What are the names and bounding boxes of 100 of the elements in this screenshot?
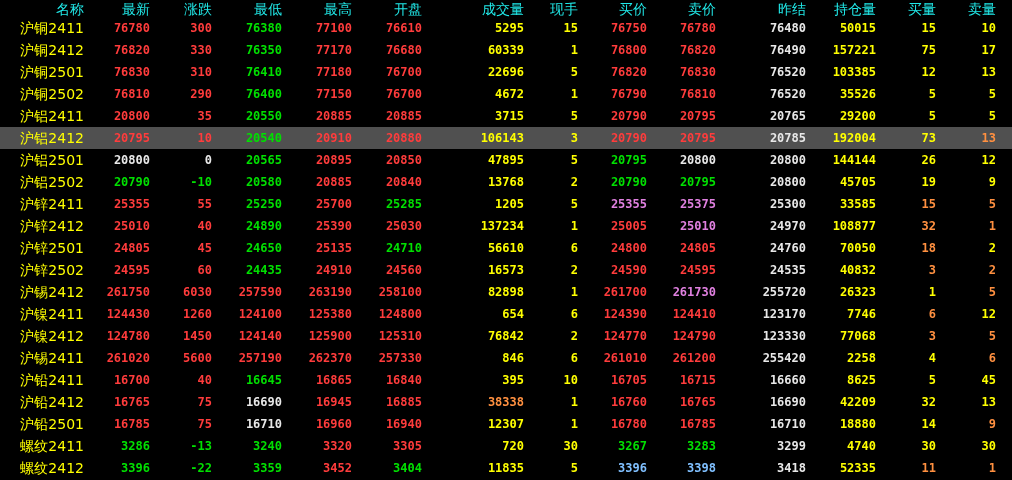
table-cell: 16690 (245, 394, 282, 410)
column-header[interactable]: 卖价 (688, 0, 716, 17)
table-cell: 40832 (839, 262, 876, 278)
column-header[interactable]: 买价 (619, 0, 647, 17)
table-row[interactable]: 沪铜2412 76820 330 76350 77170 76680 60339 1 76800 76820 76490 157221 75 17 (0, 39, 1012, 61)
column-header[interactable]: 开盘 (394, 0, 422, 17)
table-cell: 25030 (385, 218, 422, 234)
table-cell: 5 (988, 284, 996, 300)
table-cell: 16715 (679, 372, 716, 388)
table-cell: 125310 (378, 328, 422, 344)
table-cell: 24535 (769, 262, 806, 278)
table-row[interactable]: 沪锌2501 24805 45 24650 25135 24710 56610 6 24800 24805 24760 70050 18 2 (0, 237, 1012, 259)
table-cell: 73 (921, 130, 936, 146)
table-cell: 3 (928, 328, 936, 344)
table-cell: 11 (921, 460, 936, 476)
table-row[interactable]: 沪铝2501 20800 0 20565 20895 20850 47895 5 20795 20800 20800 144144 26 12 (0, 149, 1012, 171)
table-cell: 2 (570, 174, 578, 190)
column-header[interactable]: 涨跌 (184, 0, 212, 17)
table-cell: 18 (921, 240, 936, 256)
table-row[interactable]: 沪铝2412 20795 10 20540 20910 20880 106143 3 20790 20795 20785 192004 73 13 (0, 127, 1012, 149)
table-cell: 12 (981, 152, 996, 168)
table-cell: 106143 (480, 130, 524, 146)
table-row[interactable]: 沪锡2412 261750 6030 257590 263190 258100 82898 1 261700 261730 255720 26323 1 5 (0, 281, 1012, 303)
table-row[interactable]: 螺纹2412 3396 -22 3359 3452 3404 11835 5 3396 3398 3418 52335 11 1 (0, 457, 1012, 479)
contract-name: 螺纹2412 (20, 460, 84, 476)
table-cell: 76810 (113, 86, 150, 102)
table-cell: 24710 (385, 240, 422, 256)
table-cell: 108877 (832, 218, 876, 234)
table-cell: 20840 (385, 174, 422, 190)
table-cell: 35 (197, 108, 212, 124)
table-cell: 24560 (385, 262, 422, 278)
column-header[interactable]: 最低 (254, 0, 282, 17)
table-cell: 77170 (315, 42, 352, 58)
table-row[interactable]: 沪铜2501 76830 310 76410 77180 76700 22696 5 76820 76830 76520 103385 12 13 (0, 61, 1012, 83)
table-cell: 124780 (106, 328, 150, 344)
contract-name: 沪铝2411 (20, 108, 84, 124)
contract-name: 沪铝2502 (20, 174, 84, 190)
table-cell: 32 (921, 218, 936, 234)
table-cell: 18880 (839, 416, 876, 432)
table-row[interactable]: 沪铅2412 16765 75 16690 16945 16885 38338 1 16760 16765 16690 42209 32 13 (0, 391, 1012, 413)
table-row[interactable]: 沪铅2501 16785 75 16710 16960 16940 12307 1 16780 16785 16710 18880 14 9 (0, 413, 1012, 435)
table-cell: 75 (197, 394, 212, 410)
table-cell: 25390 (315, 218, 352, 234)
table-row[interactable]: 沪镍2412 124780 1450 124140 125900 125310 76842 2 124770 124790 123330 77068 3 5 (0, 325, 1012, 347)
table-cell: 5 (928, 372, 936, 388)
table-cell: 15 (921, 196, 936, 212)
table-cell: 20885 (315, 174, 352, 190)
column-header[interactable]: 买量 (908, 0, 936, 17)
table-row[interactable]: 沪锌2502 24595 60 24435 24910 24560 16573 2 24590 24595 24535 40832 3 2 (0, 259, 1012, 281)
table-cell: 16885 (385, 394, 422, 410)
table-cell: 3320 (323, 438, 352, 454)
column-header[interactable]: 现手 (550, 0, 578, 17)
table-cell: 10 (197, 130, 212, 146)
table-cell: 1 (928, 284, 936, 300)
column-header[interactable]: 最高 (324, 0, 352, 17)
table-cell: 16660 (769, 372, 806, 388)
table-row[interactable]: 沪铝2502 20790 -10 20580 20885 20840 13768 2 20790 20795 20800 45705 19 9 (0, 171, 1012, 193)
table-cell: 124100 (238, 306, 282, 322)
column-header[interactable]: 卖量 (968, 0, 996, 17)
table-cell: 24760 (769, 240, 806, 256)
table-cell: 30 (981, 438, 996, 454)
table-cell: 25375 (679, 196, 716, 212)
column-header[interactable]: 名称 (56, 0, 84, 17)
table-cell: 2 (570, 328, 578, 344)
table-row[interactable]: 沪镍2411 124430 1260 124100 125380 124800 654 6 124390 124410 123170 7746 6 12 (0, 303, 1012, 325)
table-cell: 76610 (385, 20, 422, 36)
contract-name: 沪铝2501 (20, 152, 84, 168)
table-row[interactable]: 沪铅2411 16700 40 16645 16865 16840 395 10 16705 16715 16660 8625 5 45 (0, 369, 1012, 391)
table-cell: 1 (988, 460, 996, 476)
contract-name: 沪锌2502 (20, 262, 84, 278)
table-row[interactable]: 沪锌2411 25355 55 25250 25700 25285 1205 5 25355 25375 25300 33585 15 5 (0, 193, 1012, 215)
table-row[interactable]: 沪铝2411 20800 35 20550 20885 20885 3715 5 20790 20795 20765 29200 5 5 (0, 105, 1012, 127)
table-cell: 3418 (777, 460, 806, 476)
table-cell: 4 (928, 350, 936, 366)
table-cell: 261730 (672, 284, 716, 300)
table-cell: 20880 (385, 130, 422, 146)
table-cell: 654 (502, 306, 524, 322)
table-row[interactable]: 沪锡2411 261020 5600 257190 262370 257330 846 6 261010 261200 255420 2258 4 6 (0, 347, 1012, 369)
table-cell: 24650 (245, 240, 282, 256)
table-row[interactable]: 沪锌2412 25010 40 24890 25390 25030 137234 1 25005 25010 24970 108877 32 1 (0, 215, 1012, 237)
column-header[interactable]: 持仓量 (834, 0, 876, 17)
table-cell: 3359 (253, 460, 282, 476)
table-row[interactable]: 沪铜2411 76780 300 76380 77100 76610 5295 15 76750 76780 76480 50015 15 10 (0, 17, 1012, 39)
table-cell: 10 (563, 372, 578, 388)
table-cell: 16785 (113, 416, 150, 432)
table-cell: 10 (981, 20, 996, 36)
table-cell: 16760 (610, 394, 647, 410)
table-cell: 16573 (487, 262, 524, 278)
table-cell: 125380 (308, 306, 352, 322)
column-header[interactable]: 成交量 (482, 0, 524, 17)
table-row[interactable]: 螺纹2411 3286 -13 3240 3320 3305 720 30 3267 3283 3299 4740 30 30 (0, 435, 1012, 457)
table-cell: 3240 (253, 438, 282, 454)
table-row[interactable]: 沪铜2502 76810 290 76400 77150 76700 4672 1 76790 76810 76520 35526 5 5 (0, 83, 1012, 105)
column-header[interactable]: 昨结 (778, 0, 806, 17)
column-header[interactable]: 最新 (122, 0, 150, 17)
table-cell: 76750 (610, 20, 647, 36)
table-cell: 20795 (679, 108, 716, 124)
table-cell: 5 (988, 196, 996, 212)
table-cell: 255720 (762, 284, 806, 300)
table-cell: 5 (988, 86, 996, 102)
